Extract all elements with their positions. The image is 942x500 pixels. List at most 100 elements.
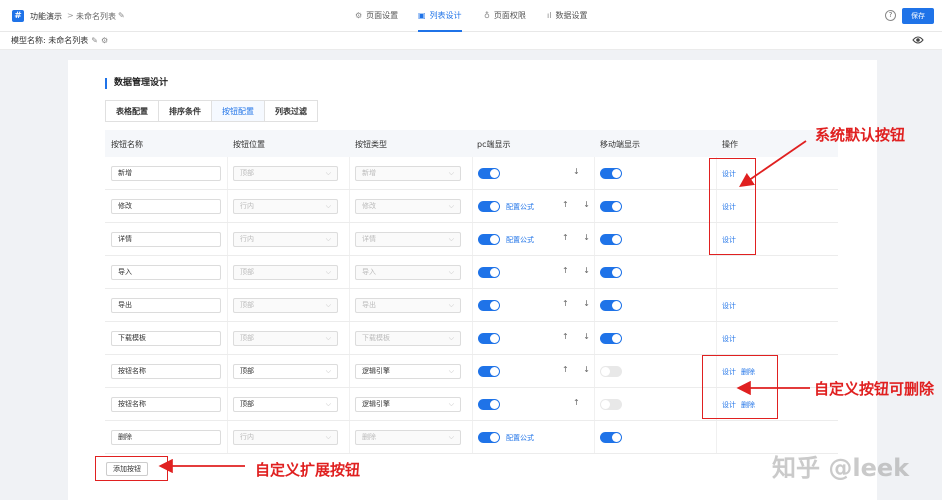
table-header: 按钮名称 按钮位置 按钮类型 pc端显示 移动端显示 操作 (105, 130, 838, 157)
button-type-select: 删除 ⌵ (355, 430, 461, 445)
pc-display-toggle[interactable] (478, 267, 500, 278)
table-row: 导入 顶部 ⌵ 导入 ⌵ ↑ ↓ (105, 256, 838, 289)
col-pc-display: pc端显示 (477, 140, 511, 149)
model-bar: 模型名称: 未命名列表 ✎ ⚙ (0, 32, 942, 50)
button-position-select: 顶部 ⌵ (233, 298, 338, 313)
chevron-down-icon: ⌵ (325, 334, 331, 342)
chevron-down-icon: ⌵ (325, 400, 331, 408)
button-type-select: 下载模板 ⌵ (355, 331, 461, 346)
pc-display-toggle[interactable] (478, 234, 500, 245)
tab-button-config[interactable]: 按钮配置 (211, 100, 264, 122)
pc-display-toggle[interactable] (478, 300, 500, 311)
button-name-input[interactable]: 导出 (111, 298, 221, 313)
chevron-down-icon: ⌵ (448, 334, 454, 342)
button-type-select[interactable]: 逻辑引擎 ⌵ (355, 364, 461, 379)
sort-arrows[interactable]: ↑ ↓ (562, 233, 596, 242)
sort-arrows[interactable]: ↓ (573, 167, 586, 176)
chevron-down-icon: ⌵ (448, 268, 454, 276)
button-position-select[interactable]: 顶部 ⌵ (233, 397, 338, 412)
button-name-input[interactable]: 下载模板 (111, 331, 221, 346)
button-position-select[interactable]: 顶部 ⌵ (233, 364, 338, 379)
mobile-display-toggle[interactable] (600, 432, 622, 443)
col-button-name: 按钮名称 (111, 140, 143, 149)
button-name-input[interactable]: 新增 (111, 166, 221, 181)
button-name-input[interactable]: 按钮名称 (111, 364, 221, 379)
button-position-select: 行内 ⌵ (233, 232, 338, 247)
button-name-input[interactable]: 删除 (111, 430, 221, 445)
chevron-down-icon: ⌵ (325, 169, 331, 177)
mobile-display-toggle[interactable] (600, 234, 622, 245)
tab-table-config[interactable]: 表格配置 (105, 100, 158, 122)
chevron-down-icon: ⌵ (325, 367, 331, 375)
sort-arrows[interactable]: ↑ ↓ (562, 365, 596, 374)
chevron-down-icon: ⌵ (325, 301, 331, 309)
help-icon[interactable]: ? (885, 10, 896, 21)
sort-arrows[interactable]: ↑ ↓ (562, 200, 596, 209)
annotation-custom-extend: 自定义扩展按钮 (255, 461, 361, 479)
mobile-display-toggle[interactable] (600, 366, 622, 377)
pc-display-toggle[interactable] (478, 333, 500, 344)
mobile-display-toggle[interactable] (600, 300, 622, 311)
pc-display-toggle[interactable] (478, 432, 500, 443)
tab-data-settings[interactable]: ıl 数据设置 (547, 0, 587, 32)
button-name-input[interactable]: 按钮名称 (111, 397, 221, 412)
gear-icon: ⚙ (355, 11, 363, 20)
annotation-box-custom (702, 355, 778, 419)
chevron-down-icon: ⌵ (325, 268, 331, 276)
button-type-select[interactable]: 逻辑引擎 ⌵ (355, 397, 461, 412)
button-name-input[interactable]: 详情 (111, 232, 221, 247)
chevron-down-icon: ⌵ (448, 367, 454, 375)
table-row: 导出 顶部 ⌵ 导出 ⌵ ↑ ↓ 设计 (105, 289, 838, 322)
col-button-position: 按钮位置 (233, 140, 265, 149)
table-row: 下载模板 顶部 ⌵ 下载模板 ⌵ ↑ ↓ 设计 (105, 322, 838, 355)
button-position-select: 行内 ⌵ (233, 199, 338, 214)
button-type-select: 新增 ⌵ (355, 166, 461, 181)
button-name-input[interactable]: 导入 (111, 265, 221, 280)
lock-icon: ♁ (484, 11, 490, 20)
design-link[interactable]: 设计 (722, 334, 736, 344)
chevron-down-icon: ⌵ (448, 433, 454, 441)
chevron-down-icon: ⌵ (448, 400, 454, 408)
configure-formula-link[interactable]: 配置公式 (506, 433, 534, 443)
configure-formula-link[interactable]: 配置公式 (506, 235, 534, 245)
chevron-down-icon: ⌵ (325, 235, 331, 243)
pc-display-toggle[interactable] (478, 168, 500, 179)
tab-page-settings[interactable]: ⚙ 页面设置 (355, 0, 398, 32)
tab-page-permissions[interactable]: ♁ 页面权限 (484, 0, 526, 32)
button-type-select: 导入 ⌵ (355, 265, 461, 280)
sort-arrows[interactable]: ↑ ↓ (562, 266, 596, 275)
eye-icon[interactable] (912, 35, 924, 45)
pc-display-toggle[interactable] (478, 399, 500, 410)
breadcrumb-app[interactable]: 功能演示 (30, 11, 62, 22)
app-logo-icon[interactable]: # (12, 10, 24, 22)
pc-display-toggle[interactable] (478, 366, 500, 377)
breadcrumb-page: 未命名列表 (76, 12, 116, 21)
tab-list-filter[interactable]: 列表过滤 (264, 100, 318, 122)
chevron-down-icon: ⌵ (325, 433, 331, 441)
edit-title-icon[interactable]: ✎ (118, 11, 125, 20)
mobile-display-toggle[interactable] (600, 333, 622, 344)
sort-arrows[interactable]: ↑ (573, 398, 586, 407)
tab-sort-conditions[interactable]: 排序条件 (158, 100, 211, 122)
mobile-display-toggle[interactable] (600, 168, 622, 179)
mobile-display-toggle[interactable] (600, 201, 622, 212)
configure-formula-link[interactable]: 配置公式 (506, 202, 534, 212)
sort-arrows[interactable]: ↑ ↓ (562, 332, 596, 341)
col-actions: 操作 (722, 140, 738, 149)
save-button[interactable]: 保存 (902, 8, 934, 24)
mobile-display-toggle[interactable] (600, 399, 622, 410)
settings-icon[interactable]: ⚙ (101, 36, 108, 45)
button-name-input[interactable]: 修改 (111, 199, 221, 214)
tab-list-design[interactable]: ▣ 列表设计 (418, 0, 462, 32)
col-button-type: 按钮类型 (355, 140, 387, 149)
button-position-select: 行内 ⌵ (233, 430, 338, 445)
annotation-system-default: 系统默认按钮 (815, 126, 906, 144)
mobile-display-toggle[interactable] (600, 267, 622, 278)
pc-display-toggle[interactable] (478, 201, 500, 212)
sort-arrows[interactable]: ↑ ↓ (562, 299, 596, 308)
design-link[interactable]: 设计 (722, 301, 736, 311)
layout-icon: ▣ (418, 11, 426, 20)
top-bar: # 功能演示 > 未命名列表 ✎ ⚙ 页面设置 ▣ 列表设计 ♁ 页面权限 ıl 数据设… (0, 0, 942, 32)
annotation-box-add (95, 456, 168, 481)
edit-icon[interactable]: ✎ (91, 36, 98, 45)
